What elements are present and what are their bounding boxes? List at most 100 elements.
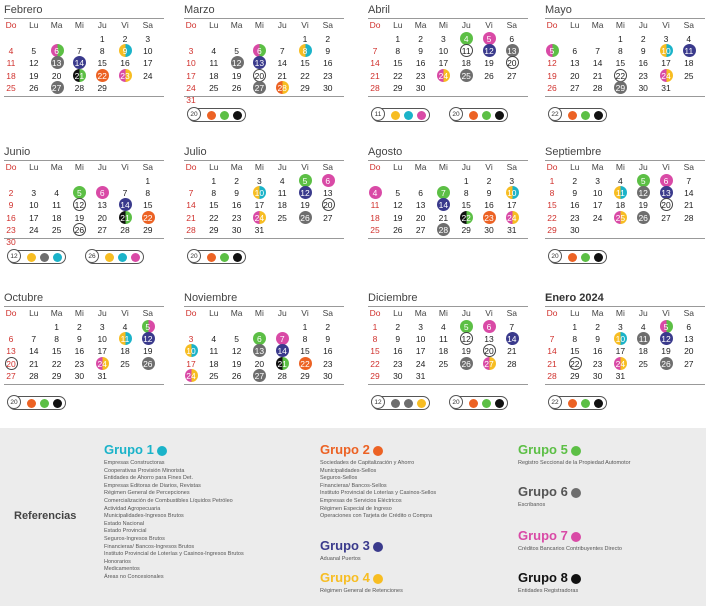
day-cell[interactable]: 26 [68, 222, 90, 236]
day-cell[interactable]: 7 [114, 187, 136, 199]
day-cell[interactable]: 6 [317, 174, 339, 187]
day-cell[interactable]: 6 [248, 332, 270, 346]
day-cell[interactable]: 22 [46, 358, 68, 370]
day-cell[interactable]: 18 [114, 345, 136, 357]
day-cell[interactable]: 20 [678, 345, 700, 357]
day-cell[interactable]: 11 [609, 186, 631, 200]
day-cell[interactable]: 16 [68, 345, 90, 357]
day-cell[interactable]: 1 [203, 175, 225, 187]
day-cell[interactable]: 17 [91, 345, 113, 357]
day-cell[interactable]: 7 [23, 333, 45, 345]
day-cell[interactable]: 15 [541, 199, 563, 211]
day-cell[interactable]: 6 [46, 44, 68, 58]
day-cell[interactable]: 12 [632, 186, 654, 200]
day-cell[interactable]: 17 [609, 345, 631, 357]
day-cell[interactable]: 27 [248, 80, 270, 94]
day-cell[interactable]: 4 [455, 32, 477, 45]
day-cell[interactable]: 28 [541, 370, 563, 382]
day-cell[interactable]: 27 [0, 370, 22, 382]
day-cell[interactable]: 9 [387, 333, 409, 345]
day-cell[interactable]: 26 [226, 370, 248, 382]
day-cell[interactable]: 20 [317, 198, 339, 212]
day-cell[interactable]: 28 [68, 82, 90, 94]
day-cell[interactable]: 7 [180, 187, 202, 199]
day-cell[interactable]: 4 [114, 321, 136, 333]
day-cell[interactable]: 24 [91, 356, 113, 370]
day-cell[interactable]: 1 [46, 321, 68, 333]
day-cell[interactable]: 3 [23, 187, 45, 199]
day-cell[interactable]: 3 [410, 321, 432, 333]
day-cell[interactable]: 31 [91, 370, 113, 382]
day-cell[interactable]: 19 [226, 358, 248, 370]
day-cell[interactable]: 25 [632, 358, 654, 370]
day-cell[interactable]: 17 [410, 345, 432, 357]
day-cell[interactable]: 27 [501, 70, 523, 82]
day-cell[interactable]: 16 [226, 199, 248, 211]
day-cell[interactable]: 8 [564, 333, 586, 345]
day-cell[interactable]: 9 [564, 187, 586, 199]
day-cell[interactable]: 21 [678, 199, 700, 211]
day-cell[interactable]: 17 [655, 57, 677, 69]
day-cell[interactable]: 21 [541, 358, 563, 370]
day-cell[interactable]: 21 [114, 210, 136, 224]
day-cell[interactable]: 25 [203, 82, 225, 94]
day-cell[interactable]: 15 [387, 57, 409, 69]
day-cell[interactable]: 16 [564, 199, 586, 211]
day-cell[interactable]: 26 [632, 210, 654, 224]
day-cell[interactable]: 16 [317, 57, 339, 69]
day-cell[interactable]: 18 [46, 212, 68, 224]
day-cell[interactable]: 5 [226, 333, 248, 345]
day-cell[interactable]: 27 [248, 368, 270, 382]
day-cell[interactable]: 22 [455, 210, 477, 224]
day-cell[interactable]: 27 [46, 80, 68, 94]
day-cell[interactable]: 24 [609, 356, 631, 370]
day-cell[interactable]: 14 [501, 332, 523, 346]
day-cell[interactable]: 16 [410, 57, 432, 69]
day-cell[interactable]: 13 [317, 187, 339, 199]
day-cell[interactable]: 6 [410, 187, 432, 199]
day-cell[interactable]: 12 [137, 332, 159, 346]
day-cell[interactable]: 8 [387, 45, 409, 57]
day-cell[interactable]: 2 [478, 175, 500, 187]
day-cell[interactable]: 27 [317, 212, 339, 224]
day-cell[interactable]: 8 [541, 187, 563, 199]
day-cell[interactable]: 17 [248, 199, 270, 211]
day-cell[interactable]: 26 [387, 224, 409, 236]
day-cell[interactable]: 14 [587, 57, 609, 69]
day-cell[interactable]: 10 [248, 186, 270, 200]
day-cell[interactable]: 5 [68, 186, 90, 200]
day-cell[interactable]: 1 [294, 33, 316, 45]
day-cell[interactable]: 7 [271, 45, 293, 57]
day-cell[interactable]: 19 [387, 212, 409, 224]
day-cell[interactable]: 23 [410, 70, 432, 82]
day-cell[interactable]: 12 [478, 44, 500, 58]
day-cell[interactable]: 20 [478, 344, 500, 358]
day-cell[interactable]: 11 [271, 187, 293, 199]
day-cell[interactable]: 15 [91, 57, 113, 69]
day-cell[interactable]: 20 [501, 56, 523, 70]
day-cell[interactable]: 9 [114, 44, 136, 58]
day-cell[interactable]: 2 [68, 321, 90, 333]
day-cell[interactable]: 5 [455, 320, 477, 333]
day-cell[interactable]: 2 [564, 175, 586, 187]
day-cell[interactable]: 21 [271, 356, 293, 370]
day-cell[interactable]: 2 [317, 321, 339, 333]
day-cell[interactable]: 2 [0, 187, 22, 199]
day-cell[interactable]: 10 [501, 186, 523, 200]
day-cell[interactable]: 15 [294, 57, 316, 69]
day-cell[interactable]: 30 [410, 82, 432, 94]
day-cell[interactable]: 13 [655, 186, 677, 200]
day-cell[interactable]: 28 [180, 224, 202, 236]
day-cell[interactable]: 31 [609, 370, 631, 382]
day-cell[interactable]: 23 [317, 70, 339, 82]
day-cell[interactable]: 3 [180, 45, 202, 57]
day-cell[interactable]: 22 [203, 212, 225, 224]
day-cell[interactable]: 9 [587, 333, 609, 345]
day-cell[interactable]: 29 [541, 224, 563, 236]
day-cell[interactable]: 24 [655, 68, 677, 82]
day-cell[interactable]: 22 [387, 70, 409, 82]
day-cell[interactable]: 16 [0, 212, 22, 224]
day-cell[interactable]: 11 [364, 199, 386, 211]
day-cell[interactable]: 10 [609, 332, 631, 346]
day-cell[interactable]: 19 [655, 345, 677, 357]
